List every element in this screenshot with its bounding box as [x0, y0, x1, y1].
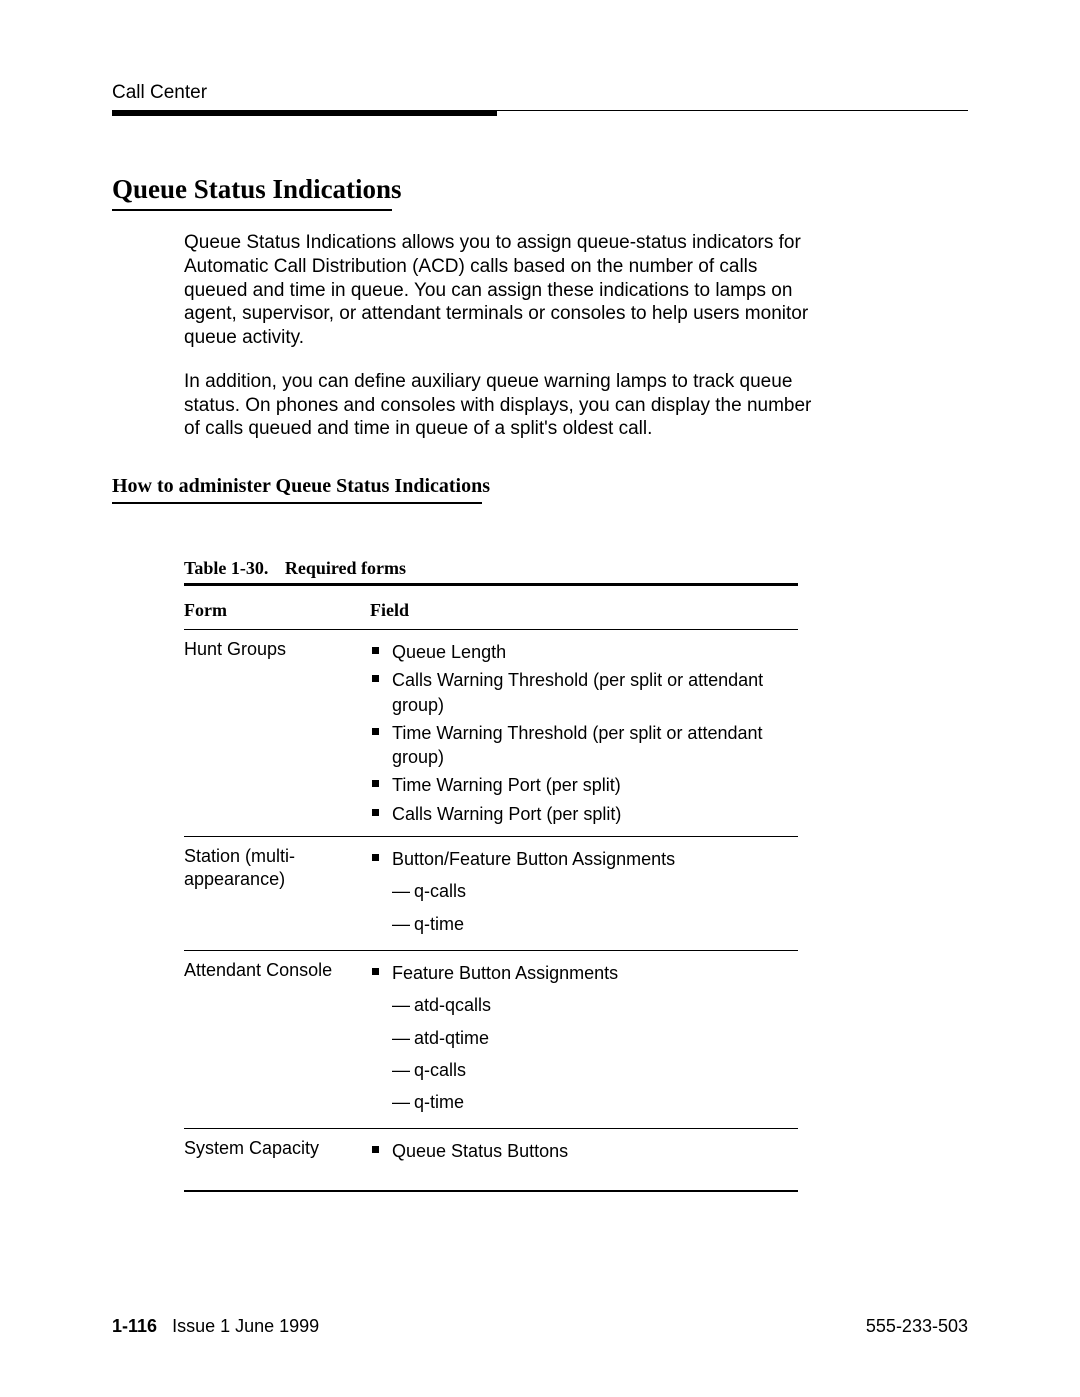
- header-rule-thick: [112, 111, 497, 116]
- running-head: Call Center: [112, 82, 968, 104]
- field-cell: Button/Feature Button Assignments q-calls…: [370, 837, 798, 951]
- field-item: Time Warning Port (per split): [370, 771, 790, 799]
- field-text: Time Warning Threshold (per split or att…: [392, 723, 763, 767]
- field-sublist: atd-qcallsatd-qtimeq-callsq-time: [392, 989, 790, 1118]
- subsection-title-rule: [112, 502, 482, 504]
- section-title-rule: [112, 209, 392, 211]
- field-sublist: q-callsq-time: [392, 875, 790, 940]
- field-text: Queue Length: [392, 642, 506, 662]
- field-text: Feature Button Assignments: [392, 963, 618, 983]
- section-title: Queue Status Indications: [112, 174, 968, 205]
- field-list: Queue Status Buttons: [370, 1137, 790, 1165]
- field-text: Queue Status Buttons: [392, 1141, 568, 1161]
- page-number: 1-116: [112, 1316, 157, 1336]
- page-footer: 1-116 Issue 1 June 1999 555-233-503: [112, 1316, 968, 1337]
- table-row: Attendant ConsoleFeature Button Assignme…: [184, 950, 798, 1128]
- table-title: Required forms: [285, 558, 406, 578]
- field-item: Calls Warning Port (per split): [370, 800, 790, 828]
- field-subitem: q-calls: [392, 1054, 790, 1086]
- field-list: Feature Button Assignments atd-qcallsatd-…: [370, 959, 790, 1120]
- subsection-title: How to administer Queue Status Indicatio…: [112, 475, 968, 498]
- table-row: Hunt Groups Queue Length Calls Warning Thr…: [184, 630, 798, 837]
- col-header-form: Form: [184, 586, 370, 630]
- table-row: Station (multi-appearance)Button/Feature…: [184, 837, 798, 951]
- field-list: Queue Length Calls Warning Threshold (per…: [370, 638, 790, 828]
- form-cell: Hunt Groups: [184, 630, 370, 837]
- field-item: Button/Feature Button Assignments q-calls…: [370, 845, 790, 942]
- field-text: Calls Warning Port (per split): [392, 804, 621, 824]
- field-item: Time Warning Threshold (per split or att…: [370, 719, 790, 772]
- field-text: Calls Warning Threshold (per split or at…: [392, 670, 763, 714]
- field-subitem: q-calls: [392, 875, 790, 907]
- issue-date: Issue 1 June 1999: [172, 1316, 319, 1336]
- required-forms-table: Form Field Hunt Groups Queue Length Calls …: [184, 583, 798, 1192]
- field-subitem: q-time: [392, 1086, 790, 1118]
- field-subitem: atd-qcalls: [392, 989, 790, 1021]
- field-item: Calls Warning Threshold (per split or at…: [370, 666, 790, 719]
- form-cell: System Capacity: [184, 1129, 370, 1191]
- doc-number: 555-233-503: [866, 1316, 968, 1337]
- field-text: Button/Feature Button Assignments: [392, 849, 675, 869]
- intro-paragraph-2: In addition, you can define auxiliary qu…: [184, 370, 814, 441]
- field-item: Feature Button Assignments atd-qcallsatd-…: [370, 959, 790, 1120]
- form-cell: Station (multi-appearance): [184, 837, 370, 951]
- field-cell: Queue Status Buttons: [370, 1129, 798, 1191]
- field-text: Time Warning Port (per split): [392, 775, 621, 795]
- field-cell: Feature Button Assignments atd-qcallsatd-…: [370, 950, 798, 1128]
- field-item: Queue Length: [370, 638, 790, 666]
- table-caption: Table 1-30. Required forms: [184, 558, 798, 579]
- col-header-field: Field: [370, 586, 798, 630]
- field-item: Queue Status Buttons: [370, 1137, 790, 1165]
- table-number: Table 1-30.: [184, 558, 268, 578]
- field-subitem: q-time: [392, 908, 790, 940]
- form-cell: Attendant Console: [184, 950, 370, 1128]
- footer-left: 1-116 Issue 1 June 1999: [112, 1316, 319, 1337]
- field-cell: Queue Length Calls Warning Threshold (per…: [370, 630, 798, 837]
- field-subitem: atd-qtime: [392, 1022, 790, 1054]
- field-list: Button/Feature Button Assignments q-calls…: [370, 845, 790, 942]
- table-block: Table 1-30. Required forms Form Field Hu…: [184, 558, 798, 1192]
- table-row: System Capacity Queue Status Buttons: [184, 1129, 798, 1191]
- document-page: Call Center Queue Status Indications Que…: [0, 0, 1080, 1397]
- intro-paragraph-1: Queue Status Indications allows you to a…: [184, 231, 814, 350]
